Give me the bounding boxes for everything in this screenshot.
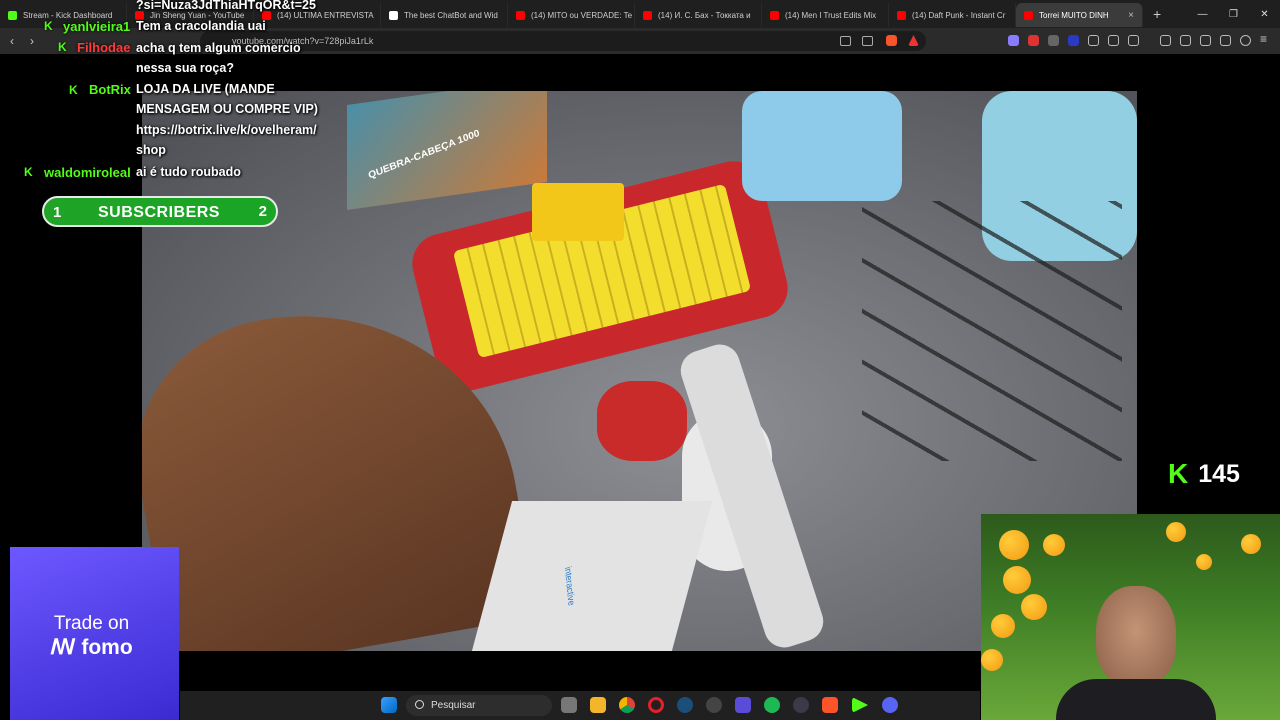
subscriber-target: 2 [258,203,267,220]
youtube-icon [516,10,525,20]
viewer-count: K 145 [1168,458,1240,490]
extension-icon[interactable] [1008,35,1019,46]
orange [1043,534,1065,556]
close-tab-icon[interactable]: × [1128,10,1134,21]
streamer-face [1096,586,1176,686]
file-explorer-icon[interactable] [590,697,606,713]
extension-icon[interactable] [1068,35,1079,46]
subscriber-label: SUBSCRIBERS [98,204,220,221]
chat-message: MENSAGEM OU COMPRE VIP) [136,102,318,116]
webcam-overlay [981,514,1280,720]
youtube-icon [770,10,779,20]
chat-username: BotRix [89,82,131,97]
screenshot-icon[interactable] [1128,35,1139,46]
app-grid-icon[interactable] [735,697,751,713]
ad-line-1: Trade on [53,613,130,634]
orange [1003,566,1031,594]
opera-icon[interactable] [648,697,664,713]
brave-rewards-icon[interactable] [908,35,919,46]
youtube-icon [1024,10,1033,20]
puzzle-icon[interactable] [1108,35,1119,46]
new-tab-button[interactable]: + [1143,6,1171,22]
youtube-icon [643,10,652,20]
chat-username: waldomiroleal [44,165,131,180]
discord-icon[interactable] [882,697,898,713]
subscriber-current: 1 [53,204,62,221]
browser-tab[interactable]: (14) Daft Punk - Instant Cr [889,3,1016,27]
kick-badge-icon: K [24,165,33,179]
browser-tab-active[interactable]: Torrei MUITO DINH × [1016,3,1143,27]
search-icon [415,700,424,709]
browser-tab[interactable]: (14) И. С. Бах - Токката и [635,3,762,27]
kick-app-icon[interactable] [852,697,868,713]
chat-username: Filhodae [77,40,131,55]
chat-message: acha q tem algum comercio [136,41,301,55]
minimize-button[interactable]: — [1187,0,1218,28]
orange [1166,522,1186,542]
orange [1021,594,1047,620]
chat-message: LOJA DA LIVE (MANDE [136,82,275,96]
streamer-shirt [1056,679,1216,720]
kick-badge-icon: K [44,19,53,33]
restore-button[interactable]: ❐ [1218,0,1249,28]
brave-icon[interactable] [822,697,838,713]
browser-tab[interactable]: The best ChatBot and Wid [381,3,508,27]
spotify-icon[interactable] [764,697,780,713]
subscriber-goal-bar: 1 SUBSCRIBERS 2 [42,196,278,227]
browser-tab[interactable]: (14) MITO ou VERDADE: Te [508,3,635,27]
chat-overflow-text: ?si=Nuza3JdThiaHTqOR&t=25 [136,0,316,12]
chat-message: ai é tudo roubado [136,165,241,179]
sponsor-ad[interactable]: Trade on ꟿ fomo [10,547,179,720]
extension-icon[interactable] [1088,35,1099,46]
chat-message: Tem a cracolandia uai [136,19,266,33]
windows-start-icon[interactable] [381,697,397,713]
orange [1196,554,1212,570]
taskbar-search[interactable]: Pesquisar [406,695,552,716]
chatbot-icon [389,10,398,20]
music-icon[interactable] [1160,35,1171,46]
controller [597,381,687,461]
ai-icon[interactable] [1220,35,1231,46]
extension-icon[interactable] [1028,35,1039,46]
youtube-icon [897,10,906,20]
orange [999,530,1029,560]
sidebar-icon[interactable] [1180,35,1191,46]
menu-icon[interactable]: ≡ [1260,32,1267,46]
ad-line-2: ꟿ fomo [50,636,133,659]
orange [1241,534,1261,554]
obs-icon[interactable] [706,697,722,713]
chat-message: shop [136,143,166,157]
puzzle-box: QUEBRA-CABEÇA 1000 [347,91,547,211]
wallet-icon[interactable] [1200,35,1211,46]
kick-badge-icon: K [69,83,78,97]
close-window-button[interactable]: ✕ [1249,0,1280,28]
chat-message: nessa sua roça? [136,61,234,75]
chat-username: yanlvieira1 [63,19,131,34]
share-icon[interactable] [862,36,873,46]
glasses [862,201,1122,461]
chat-message: https://botrix.live/k/ovelheram/ [136,123,317,137]
frozen-bag [742,91,902,201]
chat-overlay: ?si=Nuza3JdThiaHTqOR&t=25 K yanlvieira1 … [0,0,340,190]
orange [981,649,1003,671]
app-misc-icon[interactable] [793,697,809,713]
viewer-number: 145 [1198,459,1240,488]
console-box: interactive [471,501,713,651]
brave-shield-icon[interactable] [886,35,897,46]
steam-icon[interactable] [677,697,693,713]
game-cartridge [532,183,624,241]
task-view-icon[interactable] [561,697,577,713]
extension-icon[interactable] [1048,35,1059,46]
orange [991,614,1015,638]
taskbar: Pesquisar [180,691,980,720]
kick-badge-icon: K [58,40,67,54]
search-placeholder: Pesquisar [431,700,476,711]
vpn-icon[interactable] [1240,35,1251,46]
screen: Stream - Kick Dashboard Jin Sheng Yuan -… [0,0,1280,720]
chrome-icon[interactable] [619,697,635,713]
kick-logo-icon: K [1168,458,1189,489]
window-controls: — ❐ ✕ [1187,0,1280,28]
screen-icon[interactable] [840,36,851,46]
browser-tab[interactable]: (14) Men I Trust Edits Mix [762,3,889,27]
